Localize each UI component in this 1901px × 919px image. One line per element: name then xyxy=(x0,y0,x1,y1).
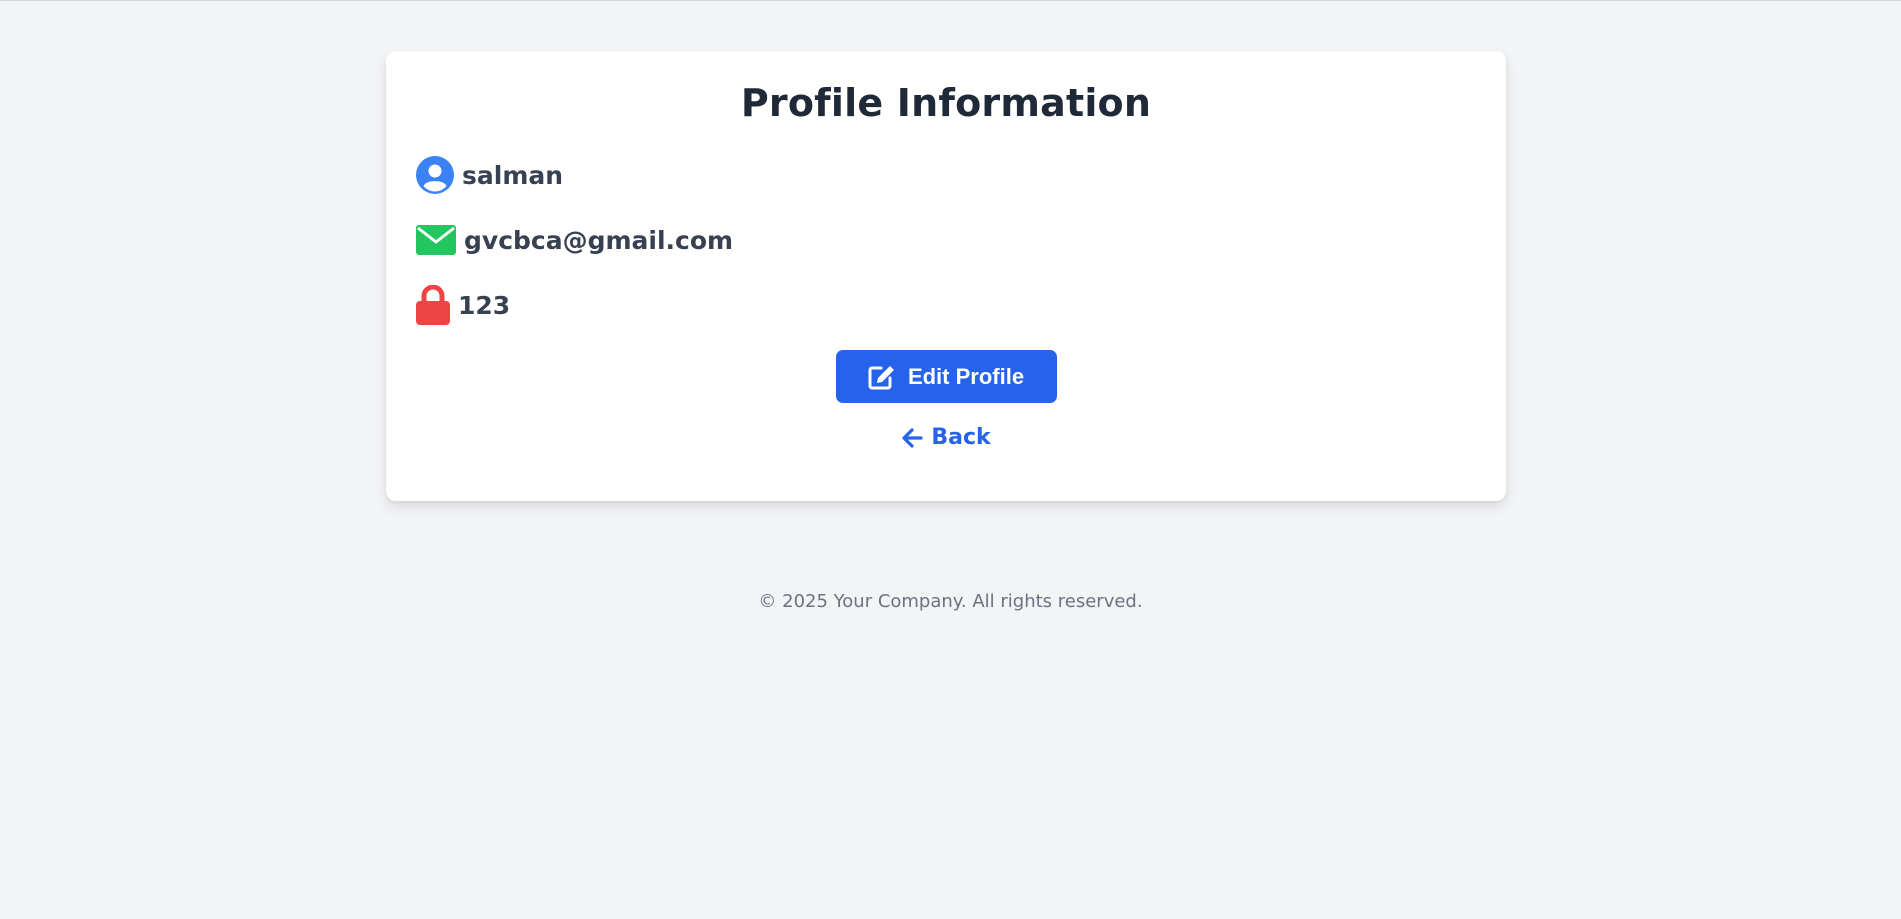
edit-profile-button[interactable]: Edit Profile xyxy=(835,350,1057,403)
edit-icon xyxy=(868,364,896,390)
footer-copyright: © 2025 Your Company. All rights reserved… xyxy=(758,591,1143,612)
password-value: 123 xyxy=(458,290,511,320)
username-row: salman xyxy=(416,155,1476,195)
password-row: 123 xyxy=(416,285,1476,325)
profile-card: Profile Information salman gvcbca@gmail.… xyxy=(386,51,1506,501)
edit-profile-label: Edit Profile xyxy=(907,363,1025,389)
profile-info-list: salman gvcbca@gmail.com 123 xyxy=(416,155,1476,325)
arrow-left-icon xyxy=(901,427,923,449)
email-value: gvcbca@gmail.com xyxy=(464,225,734,255)
lock-icon xyxy=(416,285,450,325)
email-row: gvcbca@gmail.com xyxy=(416,220,1476,260)
page-title: Profile Information xyxy=(740,81,1152,125)
username-value: salman xyxy=(462,160,564,190)
back-label: Back xyxy=(931,425,991,450)
back-link[interactable]: Back xyxy=(901,425,991,450)
user-circle-icon xyxy=(416,156,454,194)
envelope-icon xyxy=(416,225,456,255)
profile-actions: Edit Profile Back xyxy=(416,350,1476,450)
